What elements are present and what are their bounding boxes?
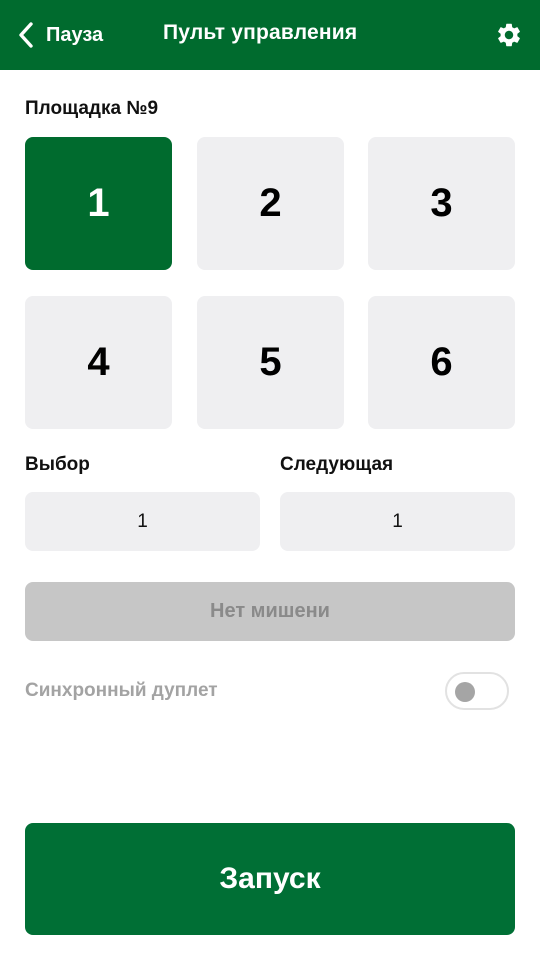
site-button-6[interactable]: 6 bbox=[368, 296, 515, 429]
page-title: Пульт управления bbox=[163, 21, 358, 44]
header-bar: Пауза Пульт управления bbox=[0, 0, 540, 70]
no-target-button[interactable]: Нет мишени bbox=[25, 582, 515, 641]
site-button-1[interactable]: 1 bbox=[25, 137, 172, 270]
site-label: Площадка №9 bbox=[25, 98, 159, 119]
back-label: Пауза bbox=[46, 23, 104, 46]
chevron-left-icon bbox=[19, 22, 33, 48]
site-button-2[interactable]: 2 bbox=[197, 137, 344, 270]
choice-label: Выбор bbox=[25, 454, 90, 475]
next-label: Следующая bbox=[280, 454, 394, 475]
choice-value[interactable]: 1 bbox=[25, 492, 260, 551]
gear-icon[interactable] bbox=[495, 21, 523, 49]
site-button-3[interactable]: 3 bbox=[368, 137, 515, 270]
back-button[interactable]: Пауза bbox=[18, 20, 103, 50]
sync-doublet-toggle[interactable] bbox=[445, 672, 509, 710]
launch-button[interactable]: Запуск bbox=[25, 823, 515, 935]
next-value[interactable]: 1 bbox=[280, 492, 515, 551]
sync-doublet-label: Синхронный дуплет bbox=[25, 680, 218, 701]
site-button-4[interactable]: 4 bbox=[25, 296, 172, 429]
site-button-5[interactable]: 5 bbox=[197, 296, 344, 429]
toggle-knob bbox=[455, 682, 475, 702]
